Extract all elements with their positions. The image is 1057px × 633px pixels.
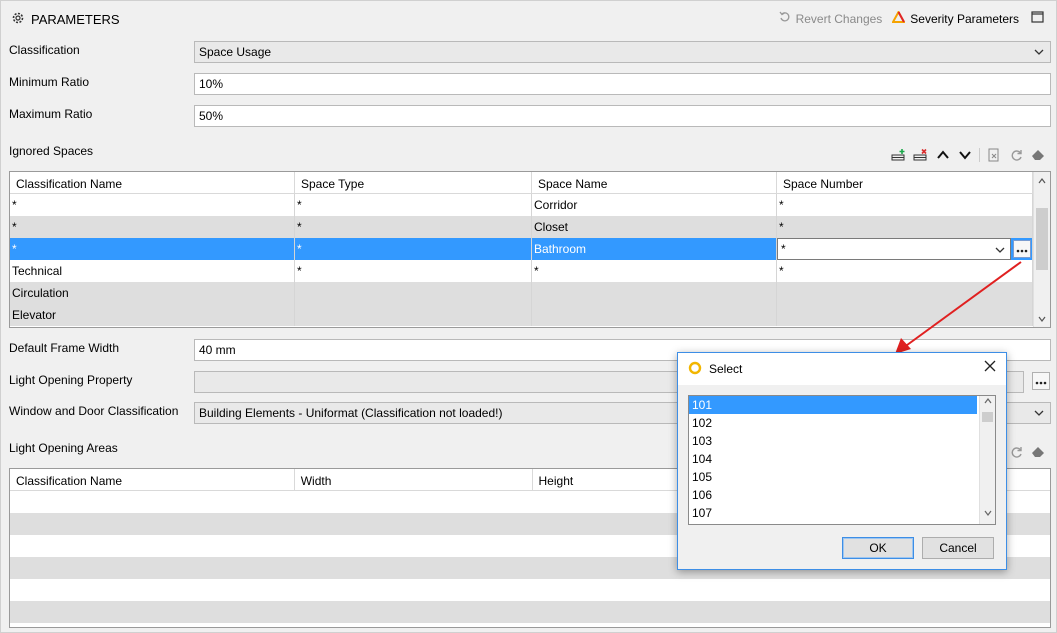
list-item[interactable]: 104	[689, 450, 995, 468]
default-frame-width-label: Default Frame Width	[9, 341, 120, 355]
ok-button[interactable]: OK	[842, 537, 914, 559]
table-cell: *	[295, 238, 532, 260]
table-cell: *	[10, 194, 295, 216]
close-icon[interactable]	[984, 359, 996, 377]
window-door-classification-value: Building Elements - Uniformat (Classific…	[199, 406, 503, 420]
table-cell: Corridor	[532, 194, 777, 216]
minimum-ratio-label: Minimum Ratio	[9, 75, 90, 89]
list-item[interactable]: 107	[689, 504, 995, 522]
chevron-down-icon	[1034, 46, 1044, 60]
delete-row-icon[interactable]	[913, 147, 929, 163]
move-up-icon[interactable]	[935, 147, 951, 163]
panel-title: PARAMETERS	[31, 12, 120, 27]
select-listbox[interactable]: 101 102 103 104 105 106 107	[688, 395, 996, 525]
column-header[interactable]: Width	[295, 469, 533, 490]
parameters-panel: PARAMETERS Revert Changes Severity Param…	[0, 0, 1057, 633]
table-cell: *	[777, 216, 1033, 238]
table-row	[10, 579, 1050, 601]
ignored-spaces-label: Ignored Spaces	[9, 144, 94, 158]
ignored-spaces-toolbar	[891, 147, 1046, 163]
column-header[interactable]: Space Type	[295, 172, 532, 193]
chevron-down-icon	[1034, 407, 1044, 421]
table-cell: *	[10, 238, 295, 260]
column-header[interactable]: Classification Name	[10, 469, 295, 490]
list-item-selected[interactable]: 101	[689, 396, 977, 414]
refresh-icon[interactable]	[1008, 147, 1024, 163]
table-cell: Closet	[532, 216, 777, 238]
table-cell: *	[295, 194, 532, 216]
add-row-icon[interactable]	[891, 147, 907, 163]
table-cell: *	[295, 216, 532, 238]
undo-icon	[779, 11, 791, 26]
window-door-classification-label: Window and Door Classification	[9, 404, 179, 418]
move-down-icon[interactable]	[957, 147, 973, 163]
ellipsis-icon	[1035, 374, 1047, 388]
list-item[interactable]: 105	[689, 468, 995, 486]
maximum-ratio-input[interactable]: 50%	[194, 105, 1051, 127]
toolbar-divider	[979, 148, 980, 162]
column-header[interactable]: Space Name	[532, 172, 777, 193]
header-actions: Revert Changes Severity Parameters	[779, 9, 1044, 26]
panel-header: PARAMETERS	[11, 11, 120, 28]
clear-icon[interactable]	[1030, 444, 1046, 460]
gear-icon	[11, 11, 25, 28]
table-cell	[295, 282, 532, 304]
severity-triangle-icon	[891, 9, 906, 26]
table-cell: *	[532, 260, 777, 282]
maximize-icon[interactable]	[1031, 11, 1044, 26]
light-opening-areas-toolbar	[1008, 444, 1046, 460]
scroll-down-icon[interactable]	[980, 510, 995, 522]
table-cell: *	[295, 260, 532, 282]
scroll-up-icon[interactable]	[980, 398, 995, 410]
table-scrollbar[interactable]	[1033, 172, 1050, 327]
table-cell: Bathroom	[532, 238, 777, 260]
minimum-ratio-input[interactable]: 10%	[194, 73, 1051, 95]
classification-select[interactable]: Space Usage	[194, 41, 1051, 63]
revert-changes-button[interactable]: Revert Changes	[779, 11, 883, 26]
list-item[interactable]: 102	[689, 414, 995, 432]
table-cell	[532, 304, 777, 326]
listbox-scrollbar[interactable]	[979, 396, 995, 524]
light-opening-property-label: Light Opening Property	[9, 373, 133, 387]
light-opening-areas-label: Light Opening Areas	[9, 441, 118, 455]
light-opening-browse-button[interactable]	[1032, 372, 1050, 390]
table-cell	[532, 282, 777, 304]
table-row[interactable]: * * Closet *	[10, 216, 1050, 238]
select-dialog: Select 101 102 103 104 105 106 107 OK Ca…	[677, 352, 1007, 570]
table-cell: *	[777, 194, 1033, 216]
table-cell: Technical	[10, 260, 295, 282]
table-cell: Elevator	[10, 304, 295, 326]
cancel-button[interactable]: Cancel	[922, 537, 994, 559]
clear-icon[interactable]	[1030, 147, 1046, 163]
table-row	[10, 601, 1050, 623]
column-header[interactable]: Space Number	[777, 172, 1033, 193]
table-cell: Circulation	[10, 282, 295, 304]
classification-value: Space Usage	[199, 45, 272, 59]
column-header[interactable]: Classification Name	[10, 172, 295, 193]
table-cell: *	[10, 216, 295, 238]
table-cell	[295, 304, 532, 326]
app-ring-icon	[688, 361, 702, 378]
space-number-value: *	[781, 242, 786, 256]
dialog-title: Select	[709, 362, 743, 376]
scroll-down-icon[interactable]	[1034, 310, 1050, 327]
list-item[interactable]: 106	[689, 486, 995, 504]
severity-parameters-label: Severity Parameters	[910, 11, 1019, 26]
export-icon[interactable]	[986, 147, 1002, 163]
scroll-thumb[interactable]	[982, 412, 993, 422]
annotation-arrow	[895, 261, 1022, 354]
table-header: Classification Name Space Type Space Nam…	[10, 172, 1050, 194]
maximum-ratio-label: Maximum Ratio	[9, 107, 93, 121]
list-item[interactable]: 103	[689, 432, 995, 450]
dialog-titlebar: Select	[678, 353, 1006, 385]
classification-label: Classification	[9, 43, 80, 57]
scroll-up-icon[interactable]	[1034, 172, 1050, 189]
ellipsis-icon	[1016, 242, 1028, 256]
table-row[interactable]: * * Corridor *	[10, 194, 1050, 216]
revert-changes-label: Revert Changes	[795, 11, 883, 26]
scroll-thumb[interactable]	[1036, 208, 1048, 270]
severity-parameters-button[interactable]: Severity Parameters	[891, 9, 1019, 26]
refresh-icon[interactable]	[1008, 444, 1024, 460]
